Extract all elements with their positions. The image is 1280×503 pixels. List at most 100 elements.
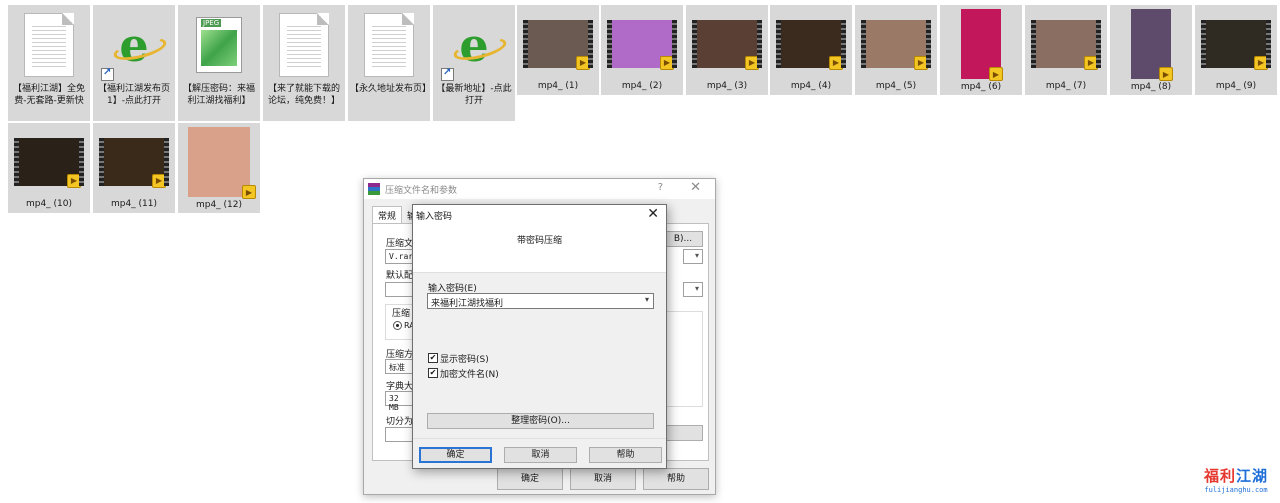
file-label: mp4_ (8)	[1130, 82, 1172, 92]
file-label: 【最新地址】-点此打开	[436, 84, 512, 106]
player-badge-icon: ▶	[67, 173, 81, 188]
site-watermark: 福利江湖 fulijianghu.com	[1196, 465, 1276, 494]
set-password-button[interactable]	[663, 425, 703, 441]
video-thumbnail: ▶	[692, 19, 762, 70]
file-item[interactable]: ▶ mp4_ (2)	[601, 5, 683, 95]
file-thumbnail: e	[439, 9, 509, 81]
file-thumbnail: e	[99, 9, 169, 81]
archive-name-dropdown[interactable]: ▾	[683, 249, 703, 264]
file-item[interactable]: JPEG 【解压密码：来福利江湖找福利】	[178, 5, 260, 121]
file-item[interactable]: ▶ mp4_ (9)	[1195, 5, 1277, 95]
close-icon[interactable]: ✕	[690, 180, 701, 195]
file-item[interactable]: e 【福利江湖发布页1】-点此打开	[93, 5, 175, 121]
organize-passwords-button[interactable]: 整理密码(O)...	[427, 413, 654, 429]
file-label: mp4_ (11)	[110, 199, 158, 209]
chevron-down-icon[interactable]: ▾	[645, 295, 649, 304]
file-item[interactable]: ▶ mp4_ (12)	[178, 123, 260, 213]
chevron-down-icon: ▾	[694, 251, 699, 260]
file-item[interactable]: ▶ mp4_ (5)	[855, 5, 937, 95]
split-combo[interactable]	[385, 427, 415, 442]
file-thumbnail: ▶	[14, 127, 84, 196]
file-item[interactable]: 【永久地址发布页】	[348, 5, 431, 121]
help-icon[interactable]: ?	[658, 182, 663, 193]
encrypt-filenames-checkbox[interactable]: ✔	[428, 368, 438, 378]
file-item[interactable]: ▶ mp4_ (8)	[1110, 5, 1192, 95]
password-dialog-title: 输入密码	[416, 211, 453, 222]
file-thumbnail: ▶	[184, 127, 256, 199]
split-label: 切分为	[386, 417, 414, 427]
file-label: mp4_ (10)	[25, 199, 73, 209]
file-thumbnail: ▶	[1201, 9, 1271, 78]
file-item[interactable]: ▶ mp4_ (3)	[686, 5, 768, 95]
file-label: mp4_ (4)	[790, 81, 832, 91]
show-password-label[interactable]: 显示密码(S)	[440, 352, 489, 365]
player-badge-icon: ▶	[660, 55, 674, 70]
method-combo[interactable]: 标准	[385, 359, 415, 374]
file-item[interactable]: ▶ mp4_ (7)	[1025, 5, 1107, 95]
options-group	[663, 311, 703, 407]
file-label: mp4_ (1)	[537, 81, 579, 91]
file-label: 【来了就能下载的论坛，纯免费！】	[267, 84, 340, 106]
tab-general[interactable]: 常规	[372, 206, 403, 224]
file-thumbnail: ▶	[607, 9, 677, 78]
player-badge-icon: ▶	[745, 55, 759, 70]
file-item[interactable]: ▶ mp4_ (1)	[517, 5, 599, 95]
file-thumbnail	[354, 9, 424, 81]
video-thumbnail: ▶	[861, 19, 931, 70]
file-label: mp4_ (3)	[706, 81, 748, 91]
file-item[interactable]: 【来了就能下载的论坛，纯免费！】	[263, 5, 345, 121]
file-thumbnail: ▶	[776, 9, 846, 78]
document-icon	[24, 13, 74, 77]
browse-button[interactable]: B)...	[663, 231, 703, 247]
help-button[interactable]: 帮助	[643, 468, 709, 490]
player-badge-icon: ▶	[1084, 55, 1098, 70]
archive-name-field[interactable]: V.rar	[385, 249, 415, 264]
format-radio-rar[interactable]	[393, 321, 402, 330]
cancel-button[interactable]: 取消	[504, 447, 577, 463]
file-item[interactable]: e 【最新地址】-点此打开	[433, 5, 515, 121]
cancel-button[interactable]: 取消	[570, 468, 636, 490]
ok-button[interactable]: 确定	[497, 468, 563, 490]
photo-thumbnail: ▶	[188, 127, 256, 199]
profile-combo[interactable]	[385, 282, 415, 297]
show-password-checkbox[interactable]: ✔	[428, 353, 438, 363]
password-dialog-heading: 带密码压缩	[413, 225, 666, 273]
password-value: 来福利江湖找福利	[431, 299, 504, 309]
file-thumbnail: JPEG	[184, 9, 254, 81]
jpeg-tag: JPEG	[201, 19, 222, 27]
file-label: mp4_ (5)	[875, 81, 917, 91]
player-badge-icon: ▶	[1254, 55, 1268, 70]
video-thumbnail: ▶	[1131, 9, 1173, 81]
format-label: 压缩	[392, 309, 411, 319]
video-thumbnail: ▶	[607, 19, 677, 70]
player-badge-icon: ▶	[914, 55, 928, 70]
ok-button[interactable]: 确定	[419, 447, 492, 463]
password-dialog-titlebar[interactable]: 输入密码	[413, 205, 666, 225]
close-icon[interactable]: ✕	[647, 206, 659, 222]
player-badge-icon: ▶	[242, 185, 256, 199]
file-label: mp4_ (2)	[621, 81, 663, 91]
file-item[interactable]: ▶ mp4_ (6)	[940, 5, 1022, 95]
archive-dialog-title: 压缩文件名和参数	[385, 185, 458, 196]
video-thumbnail: ▶	[961, 9, 1003, 81]
desktop: 【福利江湖】全免费-无套路-更新快 e 【福利江湖发布页1】-点此打开 JPEG 【解压…	[0, 0, 1280, 503]
video-thumbnail: ▶	[1201, 19, 1271, 70]
file-thumbnail: ▶	[99, 127, 169, 196]
dictionary-combo[interactable]: 32 MB	[385, 391, 415, 412]
winrar-icon	[368, 183, 380, 195]
divider	[413, 438, 666, 439]
file-item[interactable]: ▶ mp4_ (10)	[8, 123, 90, 213]
file-label: 【福利江湖发布页1】-点此打开	[97, 84, 170, 106]
profile-dropdown[interactable]: ▾	[683, 282, 703, 297]
password-input[interactable]: 来福利江湖找福利 ▾	[427, 293, 654, 309]
document-icon	[364, 13, 414, 77]
file-item[interactable]: ▶ mp4_ (4)	[770, 5, 852, 95]
video-thumbnail: ▶	[776, 19, 846, 70]
file-item[interactable]: 【福利江湖】全免费-无套路-更新快	[8, 5, 90, 121]
encrypt-filenames-label[interactable]: 加密文件名(N)	[440, 367, 499, 380]
file-thumbnail: ▶	[1116, 9, 1186, 81]
file-label: mp4_ (12)	[195, 200, 243, 210]
help-button[interactable]: 帮助	[589, 447, 662, 463]
file-item[interactable]: ▶ mp4_ (11)	[93, 123, 175, 213]
file-thumbnail	[14, 9, 84, 81]
